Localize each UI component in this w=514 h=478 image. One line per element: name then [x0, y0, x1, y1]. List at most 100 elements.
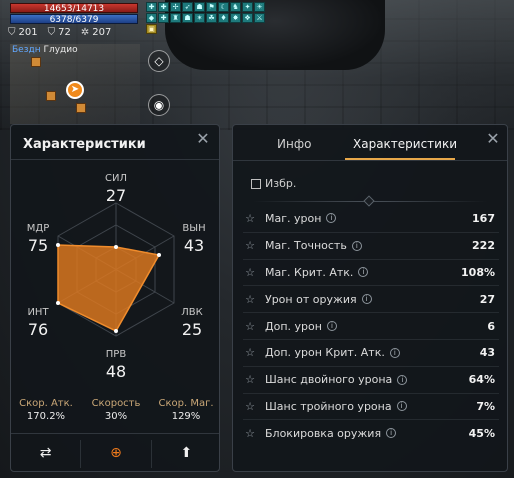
shield-icon: ⛉	[8, 27, 16, 38]
buff-icon[interactable]: ♦	[218, 13, 229, 23]
buff-icon[interactable]: ✚	[158, 2, 169, 12]
stat-row: ☆ Шанс тройного урона i 7%	[243, 392, 499, 420]
stat-name: Урон от оружия	[265, 292, 357, 306]
buff-icon[interactable]: ✚	[158, 13, 169, 23]
map-marker-icon	[76, 103, 86, 113]
stat-value: 6	[487, 319, 495, 333]
buff-icon[interactable]: ☀	[254, 2, 265, 12]
favorites-filter-checkbox[interactable]: Избр.	[251, 177, 296, 190]
misc-stat: ✲ 207	[80, 27, 112, 38]
buff-icon[interactable]: ◆	[146, 13, 157, 23]
info-icon[interactable]: i	[361, 294, 372, 305]
speed-value: 30%	[104, 411, 128, 422]
speed-label: Скор. Маг.	[158, 398, 214, 409]
radar-label-men: МДР	[27, 223, 49, 234]
star-icon[interactable]: ☆	[243, 346, 257, 359]
info-icon[interactable]: i	[386, 428, 397, 439]
player-marker-icon: ➤	[66, 81, 84, 99]
info-icon[interactable]: i	[397, 374, 408, 385]
buff-icon[interactable]: ✦	[242, 2, 253, 12]
info-icon[interactable]: i	[326, 213, 337, 224]
buff-icon[interactable]: ▣	[146, 24, 157, 34]
buff-icon[interactable]: ⚑	[206, 2, 217, 12]
stat-name: Доп. урон Крит. Атк.	[265, 346, 385, 360]
characteristics-panel: Характеристики ✕ СИЛ 27 ВЫН 43 ЛВК 25 ПР…	[10, 124, 220, 472]
waypoint-icon[interactable]: ◇	[148, 50, 170, 72]
cast-speed: Скор. Маг. 129%	[151, 398, 221, 422]
tab-info[interactable]: Инфо	[277, 137, 311, 151]
checkbox-icon[interactable]	[251, 178, 261, 189]
buff-icon[interactable]: ✸	[230, 13, 241, 23]
buff-icon[interactable]: ✶	[194, 13, 205, 23]
tab-bar: Инфо Характеристики	[233, 125, 507, 161]
close-icon[interactable]: ✕	[195, 131, 211, 148]
divider	[11, 433, 219, 434]
star-icon[interactable]: ☆	[243, 212, 257, 225]
buff-icon[interactable]: ☘	[206, 13, 217, 23]
radar-label-int: ИНТ	[27, 307, 49, 318]
radar-value-int: 76	[28, 320, 48, 339]
radar-label-dex: ЛВК	[181, 307, 202, 318]
speed-stats: Скор. Атк. 170.2% Скорость 30% Скор. Маг…	[11, 398, 221, 422]
star-icon[interactable]: ☆	[243, 400, 257, 413]
stat-row: ☆ Маг. Точность i 222	[243, 231, 499, 259]
info-icon[interactable]: i	[326, 321, 337, 332]
stats-radar-chart: СИЛ 27 ВЫН 43 ЛВК 25 ПРВ 48 ИНТ 76 МДР 7…	[27, 173, 206, 381]
buff-icon[interactable]: ✚	[146, 2, 157, 12]
star-icon[interactable]: ☆	[243, 373, 257, 386]
info-icon[interactable]: i	[389, 347, 400, 358]
map-marker-icon	[46, 91, 56, 101]
stat-value: 167	[472, 211, 495, 225]
stat-value: 64%	[468, 373, 495, 387]
radar-label-con: ВЫН	[182, 223, 205, 234]
star-icon[interactable]: ☆	[243, 293, 257, 306]
buff-icon[interactable]: ☾	[218, 2, 229, 12]
radar-value-area	[57, 244, 161, 332]
zoom-in-icon[interactable]: ⊕	[80, 440, 150, 468]
radar-label-wit: ПРВ	[106, 349, 127, 360]
buff-icon[interactable]: ☗	[194, 2, 205, 12]
buff-icon[interactable]: ♜	[170, 13, 181, 23]
stat-value: 45%	[468, 426, 495, 440]
star-icon[interactable]: ☆	[243, 266, 257, 279]
radar-value-wit: 48	[106, 362, 126, 381]
info-icon[interactable]: i	[396, 401, 407, 412]
hp-bar: 14653/14713	[10, 3, 138, 14]
buff-icon[interactable]: ➶	[182, 2, 193, 12]
stat-row: ☆ Доп. урон Крит. Атк. i 43	[243, 338, 499, 366]
star-icon[interactable]: ☆	[243, 239, 257, 252]
buff-icon[interactable]: ☗	[182, 13, 193, 23]
buff-icon[interactable]: ⚔	[254, 13, 265, 23]
mp-bar: 6378/6379	[10, 14, 138, 25]
radar-value-str: 27	[106, 186, 126, 205]
info-icon[interactable]: i	[358, 267, 369, 278]
stat-row: ☆ Маг. урон i 167	[243, 205, 499, 232]
speed-value: 129%	[171, 411, 201, 422]
close-icon[interactable]: ✕	[485, 131, 501, 148]
map-marker-icon	[31, 57, 41, 67]
stat-value: 108%	[461, 265, 495, 279]
stat-row: ☆ Урон от оружия i 27	[243, 285, 499, 312]
stat-row: ☆ Блокировка оружия i 45%	[243, 419, 499, 446]
radar-label-str: СИЛ	[105, 173, 127, 184]
details-panel: Инфо Характеристики ✕ Избр. ☆ Маг. урон …	[232, 124, 508, 472]
stat-name: Маг. урон	[265, 211, 322, 225]
buff-icon[interactable]: ❖	[242, 13, 253, 23]
stat-row: ☆ Шанс двойного урона i 64%	[243, 365, 499, 393]
stat-name: Шанс двойного урона	[265, 373, 393, 387]
star-icon[interactable]: ☆	[243, 320, 257, 333]
arrow-up-icon[interactable]: ⬆	[150, 440, 221, 468]
stat-value: 43	[479, 346, 495, 360]
favorites-label: Избр.	[265, 177, 297, 190]
speed-label: Скор. Атк.	[19, 398, 73, 409]
swap-arrows-icon[interactable]: ⇄	[11, 440, 80, 468]
tab-characteristics[interactable]: Характеристики	[353, 137, 457, 151]
stat-value: 27	[479, 292, 495, 306]
portrait-icon[interactable]: ◉	[148, 94, 170, 116]
buff-icon[interactable]: ✢	[170, 2, 181, 12]
info-icon[interactable]: i	[351, 240, 362, 251]
buff-icon[interactable]: ♞	[230, 2, 241, 12]
star-icon[interactable]: ☆	[243, 427, 257, 440]
move-speed: Скорость 30%	[81, 398, 151, 422]
attack-speed: Скор. Атк. 170.2%	[11, 398, 81, 422]
